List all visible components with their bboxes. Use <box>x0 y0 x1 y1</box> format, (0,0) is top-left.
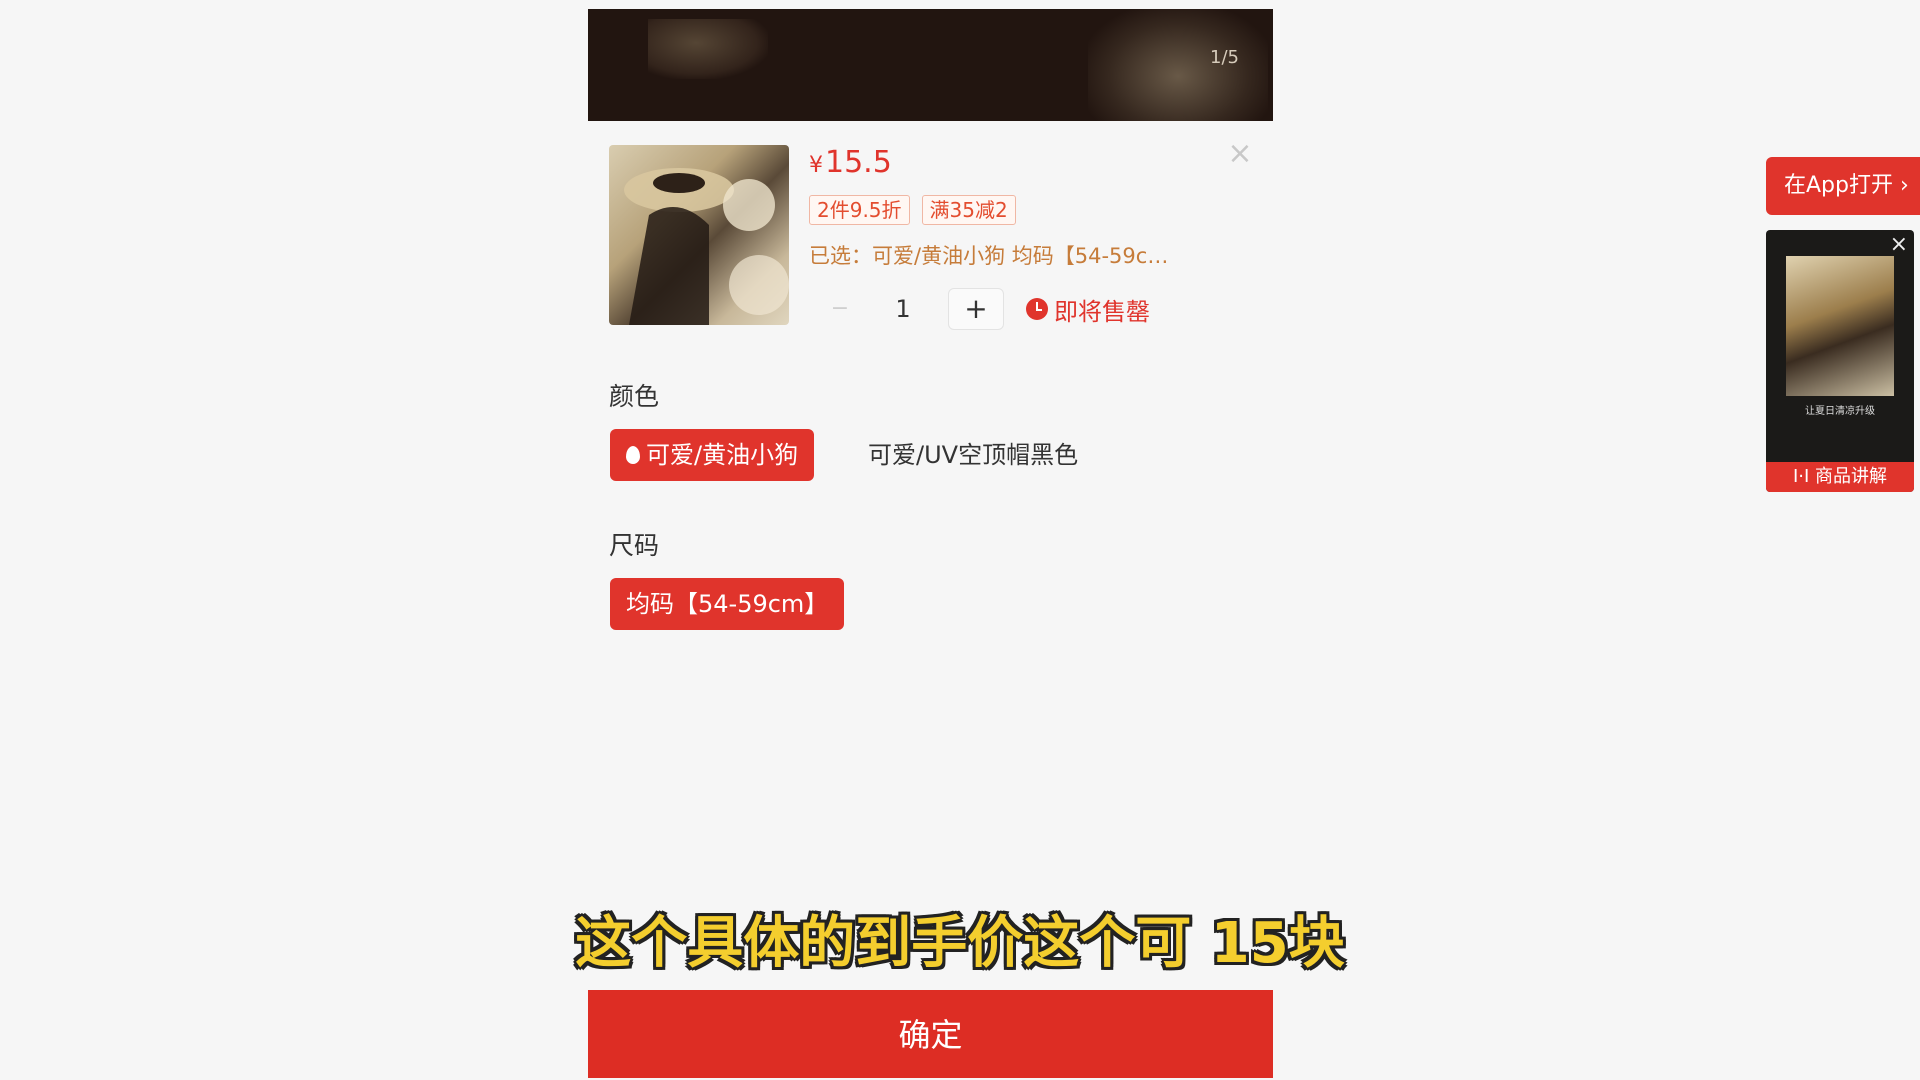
quantity-stepper: − 1 + 即将售罄 <box>822 288 1150 330</box>
size-section-label: 尺码 <box>609 531 660 560</box>
thumbnail-photo <box>624 168 789 325</box>
live-preview-image <box>1786 256 1894 396</box>
product-image-banner[interactable]: 1/5 <box>588 9 1273 121</box>
close-icon[interactable]: × <box>1890 234 1908 256</box>
clock-icon <box>1026 298 1048 320</box>
quantity-value[interactable]: 1 <box>858 295 948 323</box>
decrease-button[interactable]: − <box>822 291 858 327</box>
color-section-label: 颜色 <box>609 382 660 411</box>
stock-status: 即将售罄 <box>1026 292 1150 327</box>
price: ¥15.5 <box>809 145 892 180</box>
live-preview-caption: 让夏日清凉升级 <box>1805 406 1875 417</box>
product-thumbnail[interactable] <box>609 145 789 325</box>
increase-button[interactable]: + <box>948 288 1004 330</box>
currency-symbol: ¥ <box>809 153 823 178</box>
promo-tag: 2件9.5折 <box>809 195 910 225</box>
close-icon[interactable]: × <box>1226 139 1254 169</box>
promo-tag: 满35减2 <box>921 195 1016 225</box>
open-in-app-button[interactable]: 在App打开 › <box>1766 157 1920 215</box>
color-option[interactable]: 可爱/UV空顶帽黑色 <box>852 429 1094 481</box>
color-option-label: 可爱/黄油小狗 <box>646 441 799 469</box>
selected-summary: 已选：可爱/黄油小狗 均码【54-59c… <box>809 244 1169 268</box>
product-explain-button[interactable]: I·I 商品讲解 <box>1766 462 1914 492</box>
size-option-selected[interactable]: 均码【54-59cm】 <box>610 578 845 630</box>
banner-photo-shape <box>1088 9 1268 121</box>
stock-status-text: 即将售罄 <box>1054 297 1150 326</box>
banner-pager: 1/5 <box>1210 47 1239 68</box>
color-option-selected[interactable]: 可爱/黄油小狗 <box>610 429 815 481</box>
live-preview-card[interactable]: 让夏日清凉升级 × I·I 商品讲解 <box>1766 230 1914 492</box>
price-value: 15.5 <box>825 145 892 180</box>
banner-photo-shape <box>648 19 768 79</box>
confirm-button[interactable]: 确定 <box>588 990 1273 1078</box>
flame-icon <box>626 446 640 464</box>
promo-tags: 2件9.5折 满35减2 <box>809 195 1016 225</box>
